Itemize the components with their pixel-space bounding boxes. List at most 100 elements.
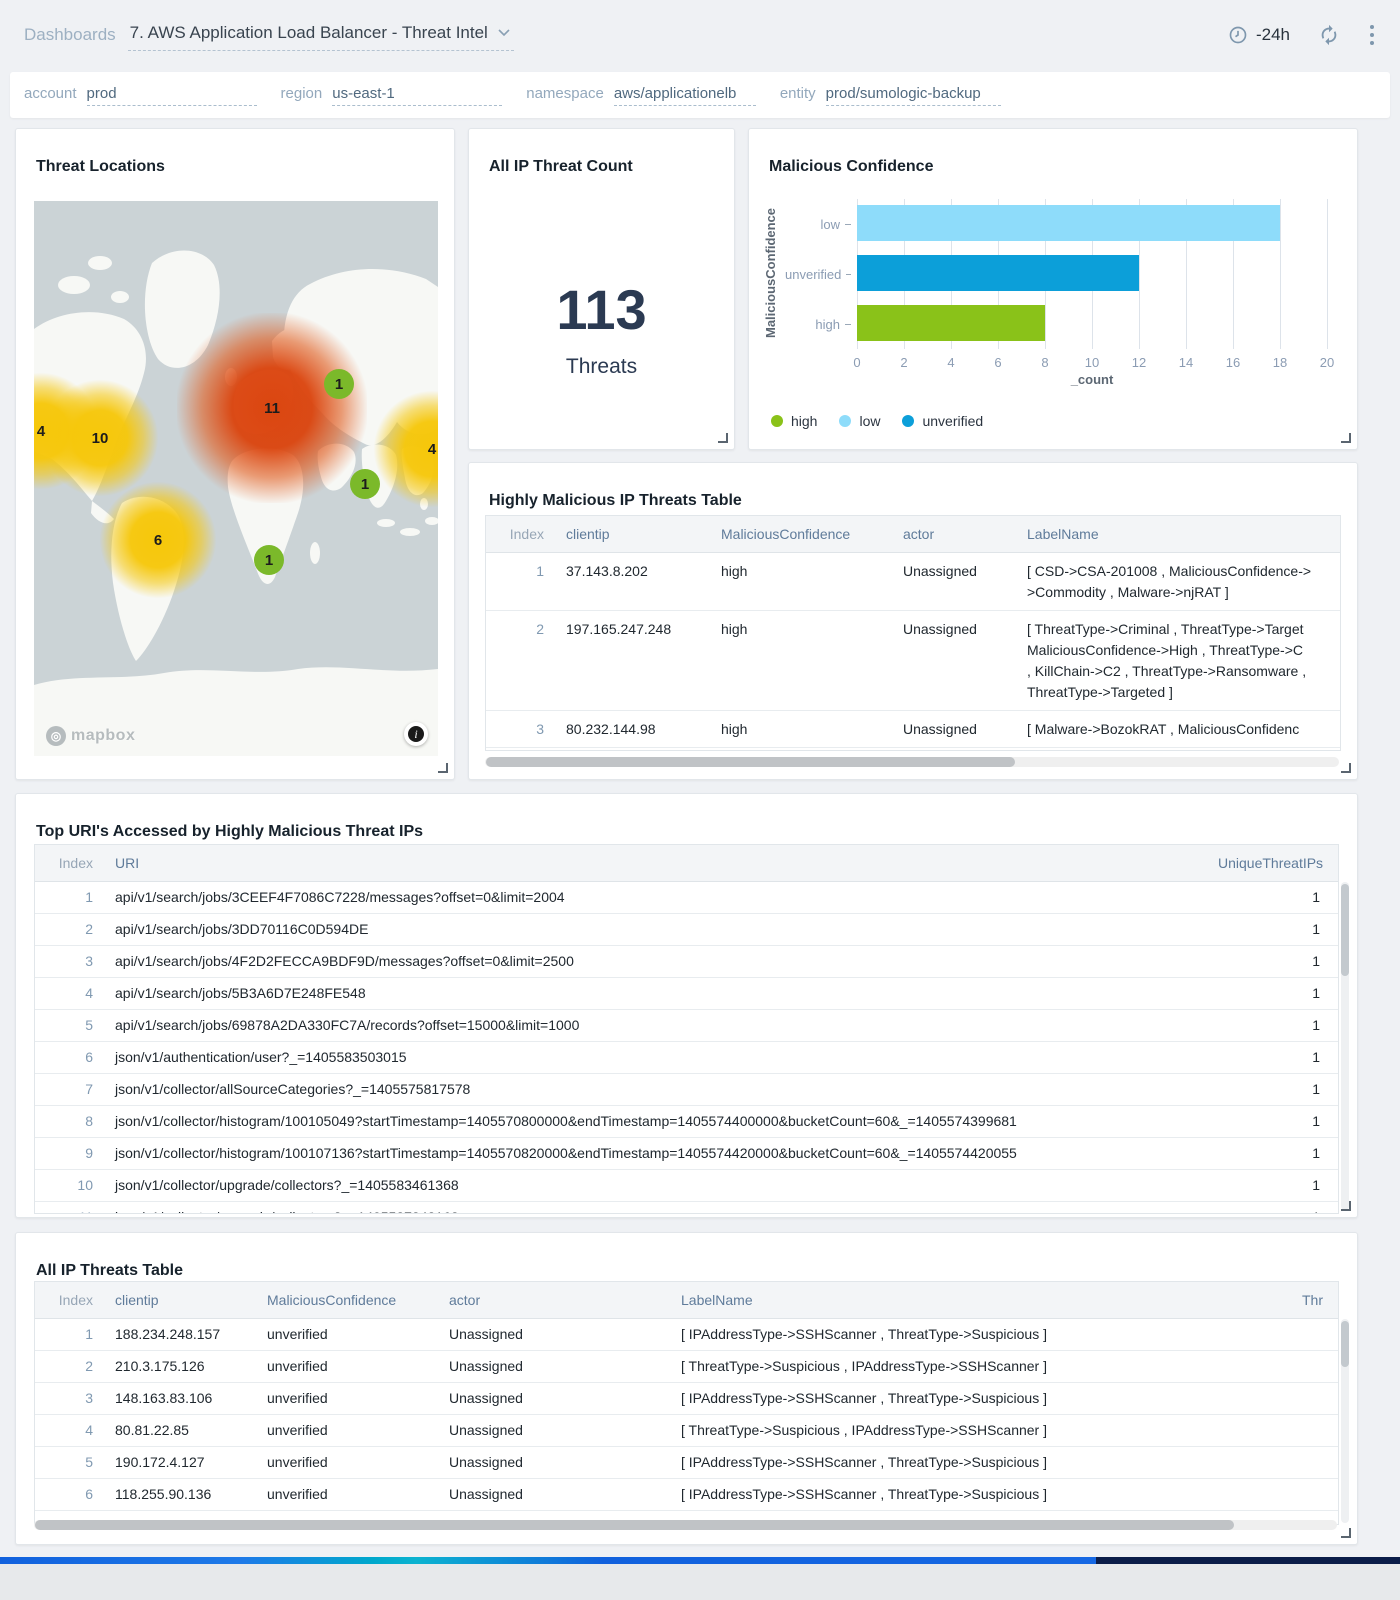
- bar-high[interactable]: [857, 305, 1045, 341]
- table-body: 137.143.8.202highUnassigned[ CSD->CSA-20…: [486, 553, 1340, 751]
- cell-index: 6: [35, 1479, 115, 1509]
- table-row: 8json/v1/collector/histogram/100105049?s…: [35, 1106, 1338, 1138]
- x-axis-tick-label: 8: [1041, 355, 1048, 370]
- scrollbar-thumb[interactable]: [35, 1520, 1234, 1530]
- panel-resize-handle[interactable]: [438, 763, 448, 773]
- cell-index: 2: [35, 1351, 115, 1381]
- cell-thr: [1302, 1415, 1338, 1424]
- map-cluster-count: 4: [428, 441, 436, 458]
- map-cluster-marker[interactable]: 1: [324, 369, 354, 399]
- legend-swatch: [771, 415, 783, 427]
- time-range-control[interactable]: -24h: [1228, 25, 1290, 45]
- cell-count: 1: [1218, 1138, 1338, 1168]
- map-cluster-marker[interactable]: 6: [99, 481, 217, 599]
- scrollbar-thumb[interactable]: [486, 757, 1015, 767]
- bar-low[interactable]: [857, 205, 1280, 241]
- panel-resize-handle[interactable]: [1341, 1201, 1351, 1211]
- cell-index: 4: [35, 978, 115, 1008]
- scrollbar-thumb[interactable]: [1341, 1321, 1349, 1367]
- x-axis-tick-label: 14: [1179, 355, 1193, 370]
- map-cluster-marker[interactable]: 1: [350, 469, 380, 499]
- filter-bar: account prod region us-east-1 namespace …: [10, 72, 1390, 118]
- cell-clientip: 80.81.22.85: [115, 1415, 267, 1445]
- map-cluster-marker[interactable]: 4: [373, 390, 438, 508]
- map-info-button[interactable]: i: [404, 722, 428, 746]
- cell-count: 1: [1218, 1202, 1338, 1213]
- cell-index: 9: [35, 1138, 115, 1168]
- cell-index: 3: [486, 711, 566, 747]
- horizontal-scrollbar[interactable]: [34, 1520, 1337, 1530]
- filter-value-input[interactable]: us-east-1: [332, 85, 502, 106]
- column-header-label: LabelName: [1027, 526, 1340, 542]
- map-cluster-marker[interactable]: 1: [254, 545, 284, 575]
- threat-count-value: 113: [469, 277, 734, 342]
- x-axis-tick-label: 18: [1273, 355, 1287, 370]
- filter-value-input[interactable]: aws/applicationelb: [614, 85, 756, 106]
- cell-index: 5: [35, 1010, 115, 1040]
- refresh-icon[interactable]: [1318, 24, 1340, 46]
- vertical-scrollbar[interactable]: [1341, 1319, 1349, 1523]
- table-body: 1188.234.248.157unverifiedUnassigned[ IP…: [35, 1319, 1338, 1525]
- gridline: [1327, 199, 1328, 349]
- clock-icon: [1228, 25, 1248, 45]
- cell-index: 3: [35, 946, 115, 976]
- panel-resize-handle[interactable]: [1341, 433, 1351, 443]
- cell-clientip: 179.191.250.76: [566, 748, 721, 751]
- scrollbar-thumb[interactable]: [1341, 884, 1349, 976]
- breadcrumb[interactable]: Dashboards: [24, 25, 116, 45]
- cell-label: [ ThreatType->Criminal , ThreatType->Tar…: [1027, 611, 1340, 710]
- mapbox-logo-text: mapbox: [71, 727, 135, 745]
- top-bar: Dashboards 7. AWS Application Load Balan…: [0, 0, 1400, 70]
- panel-resize-handle[interactable]: [1341, 763, 1351, 773]
- cell-count: 1: [1218, 914, 1338, 944]
- legend-item: low: [839, 413, 880, 429]
- filter-value-input[interactable]: prod/sumologic-backup: [826, 85, 1001, 106]
- filter-label: entity: [780, 85, 816, 102]
- x-axis-tick-label: 12: [1132, 355, 1146, 370]
- threat-map[interactable]: ◎ mapbox i 4101114161: [34, 201, 438, 756]
- filter-label: account: [24, 85, 77, 102]
- time-range-value: -24h: [1256, 25, 1290, 45]
- filter-value-input[interactable]: prod: [87, 85, 257, 106]
- cell-uri: json/v1/collector/histogram/100107136?st…: [115, 1138, 1218, 1168]
- column-header-index: Index: [35, 1292, 115, 1308]
- cell-uri: api/v1/search/jobs/4F2D2FECCA9BDF9D/mess…: [115, 946, 1218, 976]
- info-icon: i: [408, 726, 424, 742]
- table-row: 2api/v1/search/jobs/3DD70116C0D594DE1: [35, 914, 1338, 946]
- panel-resize-handle[interactable]: [718, 433, 728, 443]
- filter-entity: entity prod/sumologic-backup: [780, 85, 1001, 106]
- panel-title: All IP Threats Table: [36, 1262, 183, 1280]
- panel-resize-handle[interactable]: [1341, 1528, 1351, 1538]
- cell-actor: Unassigned: [449, 1351, 681, 1381]
- cell-index: 1: [35, 1319, 115, 1349]
- more-options-icon[interactable]: [1368, 23, 1376, 47]
- map-cluster-count: 1: [361, 476, 369, 493]
- vertical-scrollbar[interactable]: [1341, 882, 1349, 1210]
- cell-count: 1: [1218, 882, 1338, 912]
- map-cluster-marker[interactable]: 11: [177, 313, 367, 503]
- bar-unverified[interactable]: [857, 255, 1139, 291]
- map-cluster-marker[interactable]: 10: [41, 379, 159, 497]
- y-axis-tick-label: high: [785, 299, 851, 349]
- horizontal-scrollbar[interactable]: [485, 757, 1339, 767]
- cell-label: [ Malware->BozokRAT , MaliciousConfidenc: [1027, 711, 1340, 747]
- mapbox-attribution[interactable]: ◎ mapbox: [46, 726, 135, 746]
- cell-thr: [1302, 1511, 1338, 1520]
- map-cluster-count: 11: [264, 400, 280, 417]
- dashboard-title-dropdown[interactable]: 7. AWS Application Load Balancer - Threa…: [128, 19, 514, 51]
- x-axis-tick-label: 16: [1226, 355, 1240, 370]
- table-row: 7json/v1/collector/allSourceCategories?_…: [35, 1074, 1338, 1106]
- legend-item: high: [771, 413, 817, 429]
- x-axis-tick-label: 2: [900, 355, 907, 370]
- filter-region: region us-east-1: [281, 85, 503, 106]
- cell-thr: [1302, 1319, 1338, 1328]
- cell-label: [ ThreatType->Suspicious , IPAddressType…: [681, 1415, 1302, 1445]
- table-row: 4179.191.250.76highUnassigned[ CSD->CSA-…: [486, 748, 1340, 751]
- cell-count: 1: [1218, 1106, 1338, 1136]
- cell-thr: [1302, 1479, 1338, 1488]
- top-uris-table: IndexURIUniqueThreatIPs 1api/v1/search/j…: [34, 844, 1339, 1214]
- cell-label: [ CSD->CSA-201008 , MaliciousConfidence-…: [1027, 553, 1340, 610]
- table-body: 1api/v1/search/jobs/3CEEF4F7086C7228/mes…: [35, 882, 1338, 1213]
- table-row: 10json/v1/collector/upgrade/collectors?_…: [35, 1170, 1338, 1202]
- table-row: 1188.234.248.157unverifiedUnassigned[ IP…: [35, 1319, 1338, 1351]
